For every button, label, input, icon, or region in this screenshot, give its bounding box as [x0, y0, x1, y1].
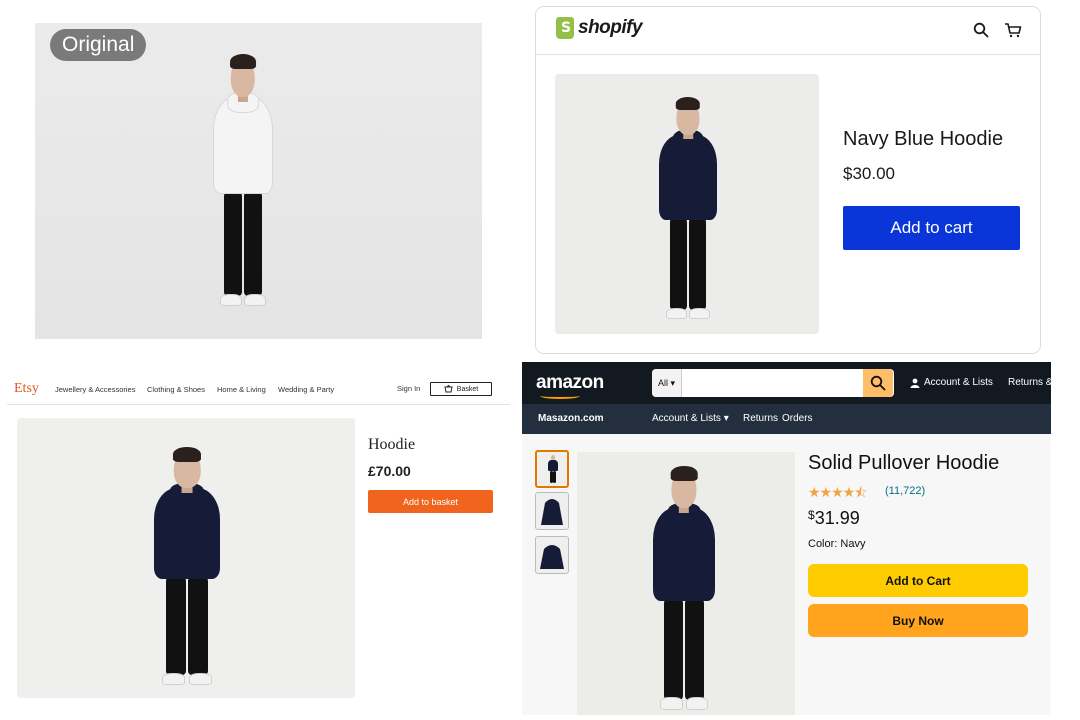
subnav-orders[interactable]: Orders	[782, 413, 813, 424]
product-image[interactable]	[555, 74, 819, 334]
thumbnail-full-body[interactable]	[535, 450, 569, 488]
thumbnail-hoodie-back[interactable]	[535, 536, 569, 574]
nav-jewellery-accessories[interactable]: Jewellery & Accessories	[55, 385, 135, 394]
amazon-product-page: amazon All ▾ Account & Lists Returns & M…	[522, 362, 1051, 715]
model-navy-hoodie-image	[647, 466, 721, 715]
product-price: £70.00	[368, 463, 411, 479]
product-price: $30.00	[843, 164, 895, 183]
etsy-header: Etsy Jewellery & Accessories Clothing & …	[7, 370, 510, 405]
basket-label: Basket	[456, 385, 479, 393]
etsy-logo[interactable]: Etsy	[14, 381, 39, 397]
model-navy-hoodie-image	[148, 447, 226, 692]
currency-symbol: $	[808, 508, 815, 522]
product-price: $31.99	[808, 508, 860, 529]
original-badge: Original	[50, 29, 147, 61]
model-white-hoodie-image	[207, 53, 279, 314]
product-title: Navy Blue Hoodie	[843, 128, 1004, 150]
amazon-product-body: Solid Pullover Hoodie ★★★★⯪ (11,722) $31…	[522, 434, 1051, 715]
price-value: 31.99	[814, 508, 860, 528]
search-icon	[870, 375, 886, 391]
site-name[interactable]: Masazon.com	[538, 413, 604, 424]
shopify-product-page: shopify Navy Blue Hoodie $30.00 Add to c…	[535, 6, 1041, 354]
shopify-header: shopify	[536, 7, 1040, 55]
account-lists-menu[interactable]: Account & Lists	[910, 377, 993, 388]
etsy-product-page: Etsy Jewellery & Accessories Clothing & …	[7, 370, 510, 715]
search-button[interactable]	[863, 369, 893, 397]
search-category-select[interactable]: All ▾	[652, 369, 682, 397]
sign-in-link[interactable]: Sign In	[397, 384, 420, 393]
star-rating-icon[interactable]: ★★★★⯪	[808, 482, 867, 506]
add-to-cart-button[interactable]: Add to cart	[843, 206, 1020, 250]
subnav-account-lists[interactable]: Account & Lists ▾	[652, 413, 729, 424]
product-image[interactable]	[577, 452, 795, 715]
product-title: Hoodie	[368, 436, 416, 453]
product-title: Solid Pullover Hoodie	[808, 452, 1000, 474]
user-icon	[910, 378, 920, 388]
add-to-cart-button[interactable]: Add to Cart	[808, 564, 1028, 597]
search-bar[interactable]: All ▾	[652, 369, 894, 397]
amazon-smile-icon	[540, 393, 580, 399]
review-count-link[interactable]: (11,722)	[885, 485, 925, 497]
shopify-wordmark: shopify	[578, 17, 643, 38]
shopify-logo[interactable]: shopify	[556, 17, 643, 39]
basket-icon	[444, 385, 453, 393]
buy-now-button[interactable]: Buy Now	[808, 604, 1028, 637]
original-photo-panel: Original	[35, 23, 482, 339]
basket-button[interactable]: Basket	[430, 382, 492, 396]
amazon-sub-nav: Masazon.com Account & Lists ▾ Returns Or…	[522, 404, 1051, 434]
nav-wedding-party[interactable]: Wedding & Party	[278, 385, 334, 394]
nav-clothing-shoes[interactable]: Clothing & Shoes	[147, 385, 205, 394]
search-icon[interactable]	[973, 22, 989, 38]
nav-home-living[interactable]: Home & Living	[217, 385, 266, 394]
shopify-bag-icon	[556, 17, 574, 39]
thumbnail-hoodie-front[interactable]	[535, 492, 569, 530]
account-lists-label: Account & Lists	[924, 377, 993, 388]
model-navy-hoodie-image	[654, 96, 722, 326]
amazon-logo[interactable]: amazon	[536, 372, 604, 394]
add-to-basket-button[interactable]: Add to basket	[368, 490, 493, 513]
subnav-returns[interactable]: Returns	[743, 413, 778, 424]
returns-orders-link[interactable]: Returns &	[1008, 377, 1051, 388]
cart-icon[interactable]	[1004, 22, 1022, 38]
color-label: Color: Navy	[808, 538, 866, 550]
amazon-top-bar: amazon All ▾ Account & Lists Returns &	[522, 362, 1051, 404]
product-image[interactable]	[17, 418, 355, 698]
